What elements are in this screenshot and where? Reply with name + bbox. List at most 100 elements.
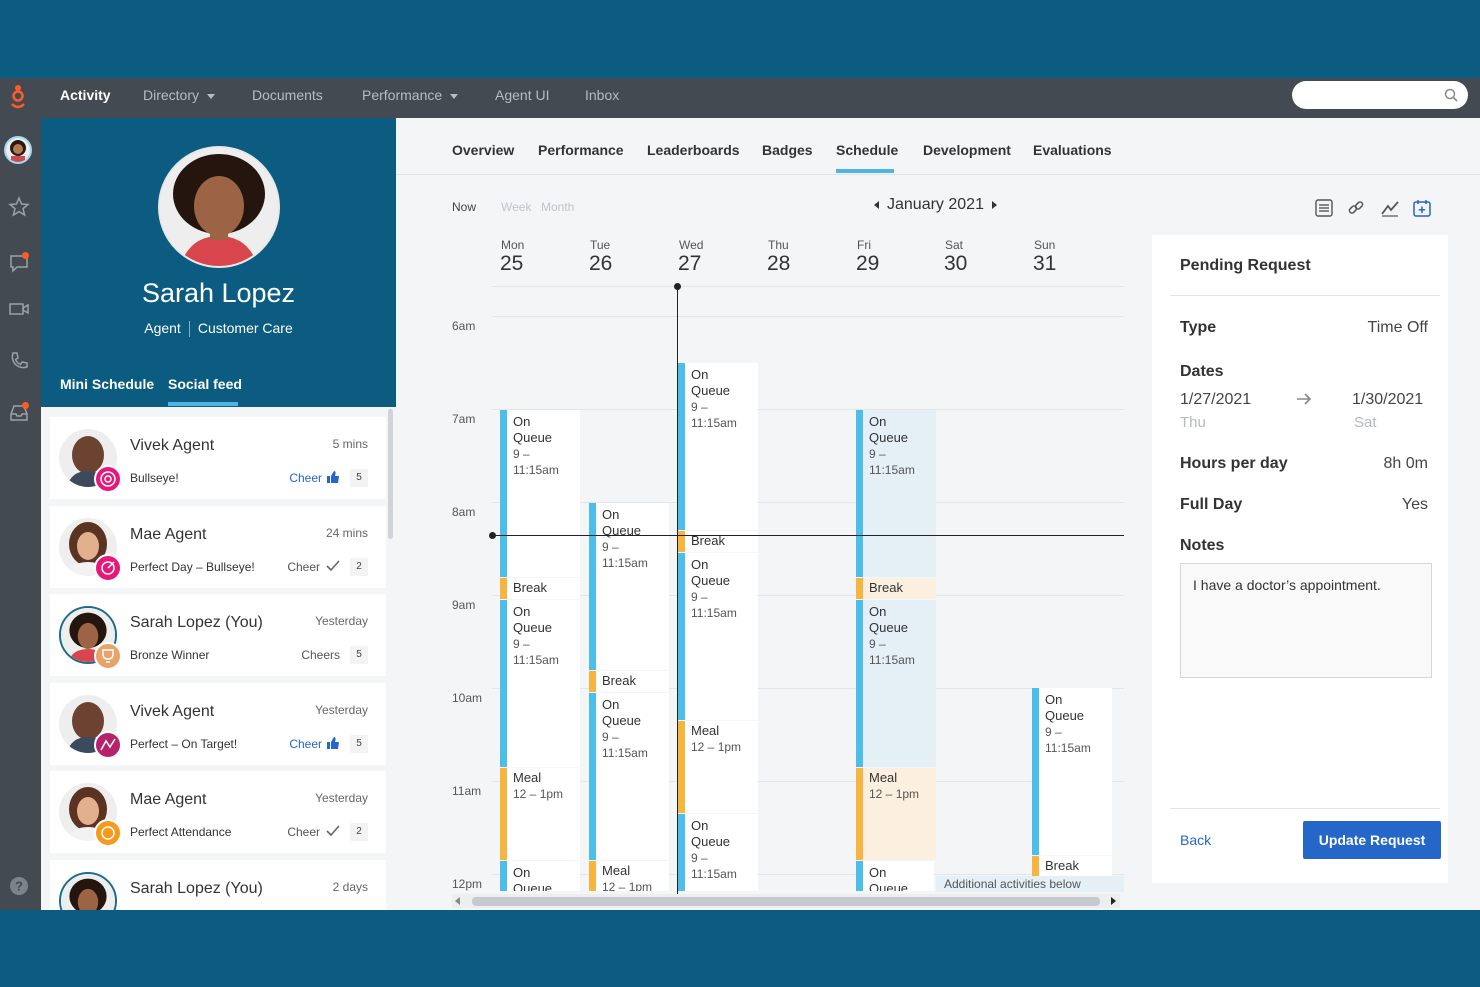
on-queue-block[interactable]: On Queue: [856, 861, 934, 891]
day-name: Tue: [590, 238, 611, 252]
phone-icon[interactable]: [8, 350, 30, 372]
block-label: On: [869, 414, 887, 429]
now-button[interactable]: Now: [452, 200, 476, 214]
thumbs-up-icon[interactable]: [326, 736, 340, 750]
feed-achievement: Bronze Winner: [130, 648, 210, 662]
day-number[interactable]: 26: [589, 252, 612, 276]
meal-block[interactable]: Meal 12 – 1pm: [589, 861, 669, 891]
day-number[interactable]: 27: [678, 252, 701, 276]
nav-performance[interactable]: Performance: [362, 78, 459, 118]
on-queue-block[interactable]: On Queue 9 – 11:15am: [678, 814, 758, 891]
break-block[interactable]: Break: [856, 578, 936, 599]
day-number[interactable]: 29: [856, 252, 879, 276]
star-icon[interactable]: [8, 196, 30, 218]
update-request-button[interactable]: Update Request: [1303, 821, 1441, 859]
cheer-button[interactable]: Cheer: [287, 560, 320, 574]
search-icon[interactable]: [1444, 88, 1458, 102]
tab-schedule[interactable]: Schedule: [836, 142, 898, 158]
cheer-button[interactable]: Cheer: [289, 737, 322, 751]
day-name: Sat: [945, 238, 964, 252]
dates-label: Dates: [1180, 363, 1224, 380]
meal-block[interactable]: Meal 12 – 1pm: [856, 768, 936, 860]
on-queue-block[interactable]: On Queue 9 – 11:15am: [678, 553, 758, 720]
edit-icon[interactable]: [1380, 198, 1400, 218]
day-number[interactable]: 28: [767, 252, 790, 276]
block-label: On: [602, 697, 620, 712]
hours-per-day-label: Hours per day: [1180, 455, 1288, 472]
block-time: 11:15am: [869, 463, 915, 477]
nav-directory[interactable]: Directory: [143, 78, 216, 118]
feed-name: Vivek Agent: [130, 437, 215, 454]
on-queue-block[interactable]: On Queue 9 – 11:15am: [856, 600, 936, 767]
tab-leaderboards[interactable]: Leaderboards: [647, 142, 740, 158]
block-time: 9 –: [513, 637, 530, 651]
on-queue-block[interactable]: On Queue 9 – 11:15am: [1032, 688, 1112, 855]
tab-development[interactable]: Development: [923, 142, 1011, 158]
profile-role: Agent Customer Care: [41, 320, 396, 338]
on-queue-block[interactable]: On Queue 9 – 11:15am: [589, 693, 669, 860]
nav-activity[interactable]: Activity: [60, 78, 111, 118]
block-label: On: [513, 865, 531, 880]
cheers-label: Cheers: [301, 648, 340, 662]
check-icon[interactable]: [326, 824, 340, 838]
notes-field[interactable]: I have a doctor’s appointment.: [1180, 563, 1432, 678]
scroll-left-icon[interactable]: [455, 897, 461, 905]
tab-evaluations[interactable]: Evaluations: [1033, 142, 1112, 158]
day-number[interactable]: 31: [1033, 252, 1056, 276]
hour-label: 12pm: [452, 877, 483, 891]
help-icon[interactable]: ?: [9, 876, 29, 896]
search-input[interactable]: [1292, 81, 1468, 109]
day-number[interactable]: 25: [500, 252, 523, 276]
break-block[interactable]: Break: [500, 578, 580, 599]
notes-label: Notes: [1180, 537, 1225, 554]
calendar-add-icon[interactable]: [1412, 198, 1432, 218]
scroll-right-icon[interactable]: [1110, 897, 1116, 905]
video-icon[interactable]: [8, 298, 30, 320]
back-button[interactable]: Back: [1180, 832, 1211, 848]
on-queue-block[interactable]: On Queue: [500, 861, 580, 891]
nav-inbox[interactable]: Inbox: [585, 78, 619, 118]
block-label: Queue: [869, 881, 909, 891]
genesys-logo-icon[interactable]: [6, 84, 30, 112]
month-view-button[interactable]: Month: [541, 200, 574, 214]
week-view-button[interactable]: Week: [501, 200, 531, 214]
on-queue-block[interactable]: On Queue 9 – 11:15am: [589, 503, 669, 670]
on-queue-block[interactable]: On Queue 9 – 11:15am: [678, 363, 758, 530]
cheer-button[interactable]: Cheer: [289, 471, 322, 485]
feed-achievement: Perfect Attendance: [130, 825, 232, 839]
block-label: Queue: [513, 620, 553, 635]
break-block[interactable]: Break: [589, 671, 669, 692]
current-time-line: [492, 535, 1124, 536]
meal-block[interactable]: Meal 12 – 1pm: [678, 721, 758, 813]
block-time: 9 –: [602, 730, 619, 744]
tab-overview[interactable]: Overview: [452, 142, 514, 158]
user-avatar[interactable]: [4, 136, 32, 164]
thumbs-up-icon[interactable]: [326, 470, 340, 484]
nav-documents[interactable]: Documents: [252, 78, 323, 118]
feed-scrollbar[interactable]: [388, 409, 393, 539]
day-number[interactable]: 30: [944, 252, 967, 276]
additional-activities-notice[interactable]: Additional activities below: [936, 876, 1124, 892]
scrollbar-thumb[interactable]: [472, 897, 1100, 906]
previous-month-icon[interactable]: [874, 200, 879, 209]
block-time: 11:15am: [869, 653, 915, 667]
break-block[interactable]: Break: [1032, 856, 1112, 878]
profile-photo-icon: [160, 148, 278, 266]
tab-mini-schedule[interactable]: Mini Schedule: [60, 376, 154, 392]
meal-block[interactable]: Meal 12 – 1pm: [500, 768, 580, 860]
link-icon[interactable]: [1346, 198, 1366, 218]
horizontal-scrollbar[interactable]: [452, 894, 1120, 908]
tab-performance[interactable]: Performance: [538, 142, 624, 158]
list-view-icon[interactable]: [1314, 198, 1334, 218]
feed-card: Vivek Agent Yesterday Perfect – On Targe…: [50, 683, 386, 765]
tab-social-feed[interactable]: Social feed: [168, 376, 242, 392]
check-icon[interactable]: [326, 559, 340, 573]
on-queue-block[interactable]: On Queue 9 – 11:15am: [856, 410, 936, 577]
on-queue-block[interactable]: On Queue 9 – 11:15am: [500, 600, 580, 767]
on-queue-block[interactable]: On Queue 9 – 11:15am: [500, 410, 580, 577]
tab-badges[interactable]: Badges: [762, 142, 813, 158]
feed-achievement: Perfect Day – Bullseye!: [130, 560, 255, 574]
nav-agent-ui[interactable]: Agent UI: [495, 78, 549, 118]
cheer-button[interactable]: Cheer: [287, 825, 320, 839]
next-month-icon[interactable]: [991, 200, 997, 209]
